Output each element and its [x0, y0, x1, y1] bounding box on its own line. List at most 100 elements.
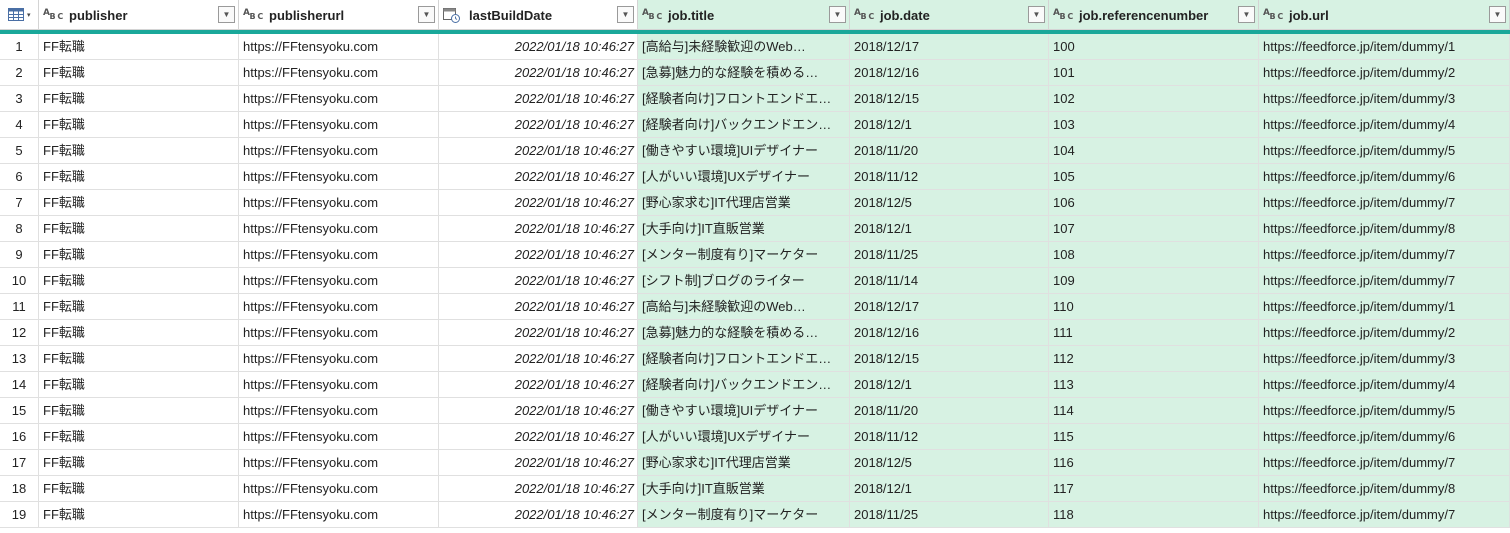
column-filter-dropdown-icon[interactable]: ▼	[1238, 6, 1255, 23]
cell-lastBuildDate[interactable]: 2022/01/18 10:46:27	[439, 34, 638, 60]
cell-lastBuildDate[interactable]: 2022/01/18 10:46:27	[439, 398, 638, 424]
cell-job-url[interactable]: https://feedforce.jp/item/dummy/2	[1259, 320, 1510, 346]
cell-job-date[interactable]: 2018/11/12	[850, 164, 1049, 190]
cell-publisherurl[interactable]: https://FFtensyoku.com	[239, 112, 439, 138]
cell-job-title[interactable]: [シフト制]ブログのライター	[638, 268, 850, 294]
cell-job-title[interactable]: [経験者向け]バックエンドエン…	[638, 372, 850, 398]
cell-lastBuildDate[interactable]: 2022/01/18 10:46:27	[439, 424, 638, 450]
cell-lastBuildDate[interactable]: 2022/01/18 10:46:27	[439, 60, 638, 86]
cell-job-referencenumber[interactable]: 111	[1049, 320, 1259, 346]
cell-job-date[interactable]: 2018/11/12	[850, 424, 1049, 450]
cell-job-referencenumber[interactable]: 115	[1049, 424, 1259, 450]
cell-job-referencenumber[interactable]: 104	[1049, 138, 1259, 164]
cell-publisherurl[interactable]: https://FFtensyoku.com	[239, 398, 439, 424]
cell-job-url[interactable]: https://feedforce.jp/item/dummy/1	[1259, 34, 1510, 60]
cell-job-url[interactable]: https://feedforce.jp/item/dummy/7	[1259, 190, 1510, 216]
cell-publisher[interactable]: FF転職	[39, 476, 239, 502]
row-number[interactable]: 2	[0, 60, 39, 86]
cell-job-date[interactable]: 2018/12/5	[850, 190, 1049, 216]
cell-job-date[interactable]: 2018/12/1	[850, 112, 1049, 138]
cell-lastBuildDate[interactable]: 2022/01/18 10:46:27	[439, 476, 638, 502]
cell-job-title[interactable]: [働きやすい環境]UIデザイナー	[638, 398, 850, 424]
column-header-lastBuildDate[interactable]: lastBuildDate ▼	[439, 0, 638, 30]
cell-publisherurl[interactable]: https://FFtensyoku.com	[239, 190, 439, 216]
cell-publisher[interactable]: FF転職	[39, 450, 239, 476]
cell-job-referencenumber[interactable]: 113	[1049, 372, 1259, 398]
cell-job-date[interactable]: 2018/12/1	[850, 372, 1049, 398]
cell-publisher[interactable]: FF転職	[39, 60, 239, 86]
cell-job-title[interactable]: [働きやすい環境]UIデザイナー	[638, 138, 850, 164]
cell-job-date[interactable]: 2018/11/20	[850, 398, 1049, 424]
cell-job-date[interactable]: 2018/11/20	[850, 138, 1049, 164]
row-number[interactable]: 9	[0, 242, 39, 268]
cell-job-title[interactable]: [急募]魅力的な経験を積める…	[638, 60, 850, 86]
column-header-job-url[interactable]: AB C job.url ▼	[1259, 0, 1510, 30]
cell-publisher[interactable]: FF転職	[39, 112, 239, 138]
cell-publisherurl[interactable]: https://FFtensyoku.com	[239, 164, 439, 190]
row-number[interactable]: 14	[0, 372, 39, 398]
column-filter-dropdown-icon[interactable]: ▼	[218, 6, 235, 23]
cell-job-url[interactable]: https://feedforce.jp/item/dummy/7	[1259, 502, 1510, 528]
cell-publisher[interactable]: FF転職	[39, 242, 239, 268]
row-number[interactable]: 18	[0, 476, 39, 502]
cell-job-title[interactable]: [経験者向け]フロントエンドエ…	[638, 86, 850, 112]
cell-lastBuildDate[interactable]: 2022/01/18 10:46:27	[439, 164, 638, 190]
cell-publisherurl[interactable]: https://FFtensyoku.com	[239, 138, 439, 164]
cell-publisherurl[interactable]: https://FFtensyoku.com	[239, 86, 439, 112]
row-number[interactable]: 17	[0, 450, 39, 476]
cell-publisherurl[interactable]: https://FFtensyoku.com	[239, 34, 439, 60]
cell-job-url[interactable]: https://feedforce.jp/item/dummy/6	[1259, 424, 1510, 450]
row-number[interactable]: 19	[0, 502, 39, 528]
row-number[interactable]: 12	[0, 320, 39, 346]
cell-publisher[interactable]: FF転職	[39, 190, 239, 216]
row-number[interactable]: 7	[0, 190, 39, 216]
cell-publisher[interactable]: FF転職	[39, 164, 239, 190]
cell-publisher[interactable]: FF転職	[39, 372, 239, 398]
cell-publisher[interactable]: FF転職	[39, 320, 239, 346]
cell-job-date[interactable]: 2018/12/17	[850, 294, 1049, 320]
cell-job-date[interactable]: 2018/11/14	[850, 268, 1049, 294]
cell-publisher[interactable]: FF転職	[39, 502, 239, 528]
row-number[interactable]: 16	[0, 424, 39, 450]
row-number[interactable]: 1	[0, 34, 39, 60]
cell-publisherurl[interactable]: https://FFtensyoku.com	[239, 502, 439, 528]
cell-job-url[interactable]: https://feedforce.jp/item/dummy/2	[1259, 60, 1510, 86]
cell-lastBuildDate[interactable]: 2022/01/18 10:46:27	[439, 268, 638, 294]
cell-job-referencenumber[interactable]: 100	[1049, 34, 1259, 60]
cell-job-title[interactable]: [人がいい環境]UXデザイナー	[638, 424, 850, 450]
cell-job-referencenumber[interactable]: 108	[1049, 242, 1259, 268]
row-number[interactable]: 15	[0, 398, 39, 424]
row-number[interactable]: 13	[0, 346, 39, 372]
cell-job-date[interactable]: 2018/12/1	[850, 476, 1049, 502]
cell-lastBuildDate[interactable]: 2022/01/18 10:46:27	[439, 294, 638, 320]
cell-publisher[interactable]: FF転職	[39, 138, 239, 164]
cell-publisherurl[interactable]: https://FFtensyoku.com	[239, 346, 439, 372]
cell-lastBuildDate[interactable]: 2022/01/18 10:46:27	[439, 372, 638, 398]
cell-job-date[interactable]: 2018/11/25	[850, 502, 1049, 528]
cell-job-referencenumber[interactable]: 116	[1049, 450, 1259, 476]
row-number[interactable]: 5	[0, 138, 39, 164]
cell-job-title[interactable]: [メンター制度有り]マーケター	[638, 242, 850, 268]
column-header-publisher[interactable]: AB C publisher ▼	[39, 0, 239, 30]
column-filter-dropdown-icon[interactable]: ▼	[1028, 6, 1045, 23]
cell-job-url[interactable]: https://feedforce.jp/item/dummy/5	[1259, 398, 1510, 424]
cell-job-title[interactable]: [高給与]未経験歓迎のWeb…	[638, 34, 850, 60]
cell-publisher[interactable]: FF転職	[39, 216, 239, 242]
cell-job-referencenumber[interactable]: 110	[1049, 294, 1259, 320]
cell-job-url[interactable]: https://feedforce.jp/item/dummy/7	[1259, 242, 1510, 268]
cell-job-url[interactable]: https://feedforce.jp/item/dummy/4	[1259, 112, 1510, 138]
cell-job-referencenumber[interactable]: 103	[1049, 112, 1259, 138]
column-filter-dropdown-icon[interactable]: ▼	[829, 6, 846, 23]
cell-lastBuildDate[interactable]: 2022/01/18 10:46:27	[439, 346, 638, 372]
cell-job-url[interactable]: https://feedforce.jp/item/dummy/5	[1259, 138, 1510, 164]
cell-job-url[interactable]: https://feedforce.jp/item/dummy/1	[1259, 294, 1510, 320]
cell-lastBuildDate[interactable]: 2022/01/18 10:46:27	[439, 112, 638, 138]
cell-job-title[interactable]: [大手向け]IT直販営業	[638, 216, 850, 242]
cell-lastBuildDate[interactable]: 2022/01/18 10:46:27	[439, 138, 638, 164]
cell-job-date[interactable]: 2018/12/17	[850, 34, 1049, 60]
cell-job-referencenumber[interactable]: 114	[1049, 398, 1259, 424]
cell-job-date[interactable]: 2018/12/15	[850, 346, 1049, 372]
cell-publisher[interactable]: FF転職	[39, 86, 239, 112]
cell-job-title[interactable]: [経験者向け]フロントエンドエ…	[638, 346, 850, 372]
cell-job-title[interactable]: [急募]魅力的な経験を積める…	[638, 320, 850, 346]
